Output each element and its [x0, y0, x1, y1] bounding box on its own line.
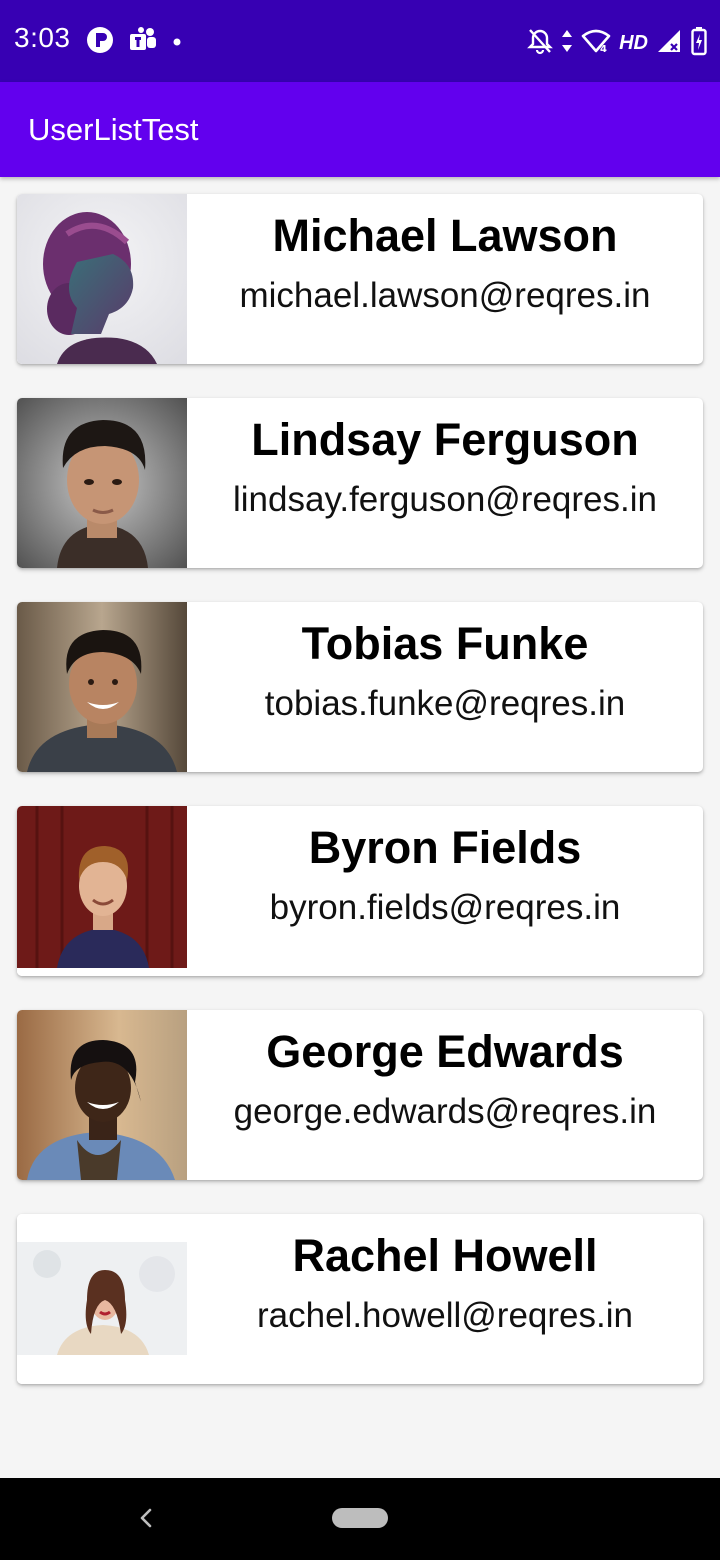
home-pill-icon[interactable]: [332, 1508, 388, 1528]
app-notification-icon: [86, 26, 114, 59]
user-card[interactable]: George Edwards george.edwards@reqres.in: [17, 1010, 703, 1180]
dot-icon: [172, 34, 182, 52]
app-title: UserListTest: [28, 112, 199, 147]
user-name: Lindsay Ferguson: [251, 414, 639, 465]
navigation-bar: [0, 1478, 720, 1560]
mute-bell-icon: [527, 27, 554, 60]
user-avatar: [17, 1010, 187, 1180]
user-name: Rachel Howell: [292, 1230, 598, 1281]
user-avatar: [17, 806, 187, 976]
user-avatar: [17, 1214, 187, 1384]
signal-icon: [656, 28, 682, 59]
user-info: Rachel Howell rachel.howell@reqres.in: [187, 1214, 703, 1384]
user-list[interactable]: Michael Lawson michael.lawson@reqres.in: [17, 194, 703, 1418]
status-bar: 3:03 4 HD: [0, 0, 720, 82]
user-email: tobias.funke@reqres.in: [264, 684, 626, 723]
user-avatar: [17, 602, 187, 772]
status-time: 3:03: [14, 22, 71, 53]
user-card[interactable]: Byron Fields byron.fields@reqres.in: [17, 806, 703, 976]
user-avatar: [17, 194, 187, 364]
user-email: michael.lawson@reqres.in: [239, 276, 651, 315]
user-email: george.edwards@reqres.in: [233, 1092, 657, 1131]
user-card[interactable]: Rachel Howell rachel.howell@reqres.in: [17, 1214, 703, 1384]
network-type-label: HD: [619, 32, 648, 54]
wifi-icon: 4: [581, 28, 611, 59]
back-icon[interactable]: [136, 1504, 156, 1537]
user-avatar: [17, 398, 187, 568]
battery-charging-icon: [690, 26, 708, 61]
user-email: rachel.howell@reqres.in: [257, 1296, 633, 1335]
data-arrows-icon: [561, 28, 573, 59]
user-email: byron.fields@reqres.in: [269, 888, 621, 927]
user-info: Lindsay Ferguson lindsay.ferguson@reqres…: [187, 398, 703, 568]
status-left-icons: [86, 26, 182, 59]
user-info: Byron Fields byron.fields@reqres.in: [187, 806, 703, 976]
user-email: lindsay.ferguson@reqres.in: [233, 480, 657, 519]
user-card[interactable]: Tobias Funke tobias.funke@reqres.in: [17, 602, 703, 772]
teams-icon: [128, 26, 158, 59]
user-name: Tobias Funke: [301, 618, 589, 669]
user-name: Michael Lawson: [272, 210, 618, 261]
user-name: George Edwards: [266, 1026, 624, 1077]
user-info: George Edwards george.edwards@reqres.in: [187, 1010, 703, 1180]
user-card[interactable]: Lindsay Ferguson lindsay.ferguson@reqres…: [17, 398, 703, 568]
svg-text:4: 4: [600, 44, 607, 54]
user-info: Michael Lawson michael.lawson@reqres.in: [187, 194, 703, 364]
user-info: Tobias Funke tobias.funke@reqres.in: [187, 602, 703, 772]
user-name: Byron Fields: [308, 822, 582, 873]
user-card[interactable]: Michael Lawson michael.lawson@reqres.in: [17, 194, 703, 364]
status-right-icons: 4 HD: [527, 26, 708, 61]
app-bar: UserListTest: [0, 82, 720, 177]
